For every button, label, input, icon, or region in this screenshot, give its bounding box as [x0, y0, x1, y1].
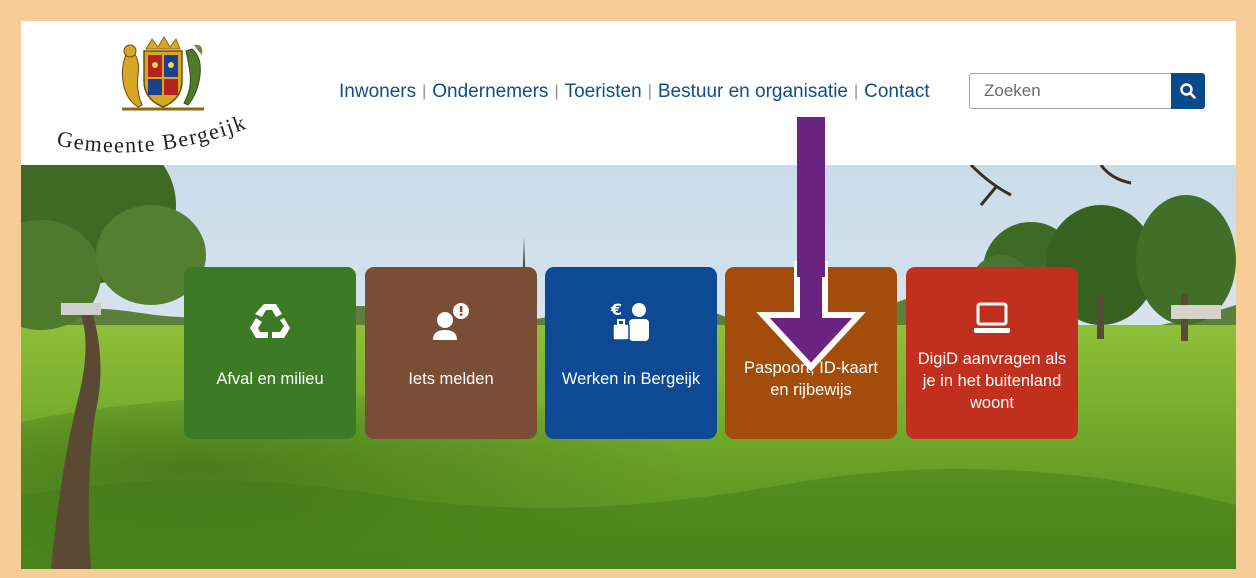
tile-label: DigiD aanvragen als je in het buitenland…	[917, 350, 1067, 412]
nav-separator: |	[554, 83, 559, 100]
svg-text:€: €	[610, 300, 622, 319]
tile-label: Werken in Bergeijk	[561, 370, 701, 388]
svg-text:Gemeente Bergeijk: Gemeente Bergeijk	[55, 109, 250, 157]
tile-label: Iets melden	[408, 370, 494, 388]
recycle-icon	[250, 304, 290, 338]
nav-toeristen[interactable]: Toeristen	[565, 81, 642, 102]
tile-afval-en-milieu[interactable]: Afval en milieu	[184, 267, 356, 439]
hero-banner: Afval en milieu Iets melden € Werken in …	[21, 165, 1236, 569]
tile-werken-in-bergeijk[interactable]: € Werken in Bergeijk	[545, 267, 717, 439]
tile-iets-melden[interactable]: Iets melden	[365, 267, 537, 439]
search-icon	[1180, 83, 1196, 99]
person-alert-icon	[433, 303, 469, 340]
search-button[interactable]	[1171, 73, 1205, 109]
main-nav: Inwoners | Ondernemers | Toeristen | Bestuur e…	[339, 81, 930, 103]
nav-ondernemers[interactable]: Ondernemers	[432, 81, 548, 102]
nav-bestuur[interactable]: Bestuur en organisatie	[658, 81, 848, 102]
laptop-icon	[974, 302, 1010, 333]
annotation-arrow-shaft	[797, 117, 825, 277]
nav-separator: |	[647, 83, 652, 100]
nav-separator: |	[853, 83, 859, 100]
logo-wordmark: Gemeente Bergeijk	[55, 109, 250, 157]
nav-separator: |	[422, 83, 427, 100]
tile-label: Afval en milieu	[216, 370, 324, 388]
site-header: Gemeente Bergeijk Inwoners | Ondernemers | T…	[21, 21, 1236, 165]
site-logo[interactable]: Gemeente Bergeijk	[51, 35, 291, 165]
work-euro-icon: €	[610, 300, 649, 341]
nav-inwoners[interactable]: Inwoners	[339, 81, 416, 102]
nav-contact[interactable]: Contact	[864, 81, 929, 102]
search-box	[969, 73, 1205, 109]
logo-text: Gemeente Bergeijk	[55, 109, 248, 157]
page-frame: Gemeente Bergeijk Inwoners | Ondernemers | T…	[21, 21, 1236, 569]
search-input[interactable]	[970, 74, 1170, 108]
tile-digid-buitenland[interactable]: DigiD aanvragen als je in het buitenland…	[906, 267, 1078, 439]
annotation-arrow-icon	[756, 261, 866, 371]
